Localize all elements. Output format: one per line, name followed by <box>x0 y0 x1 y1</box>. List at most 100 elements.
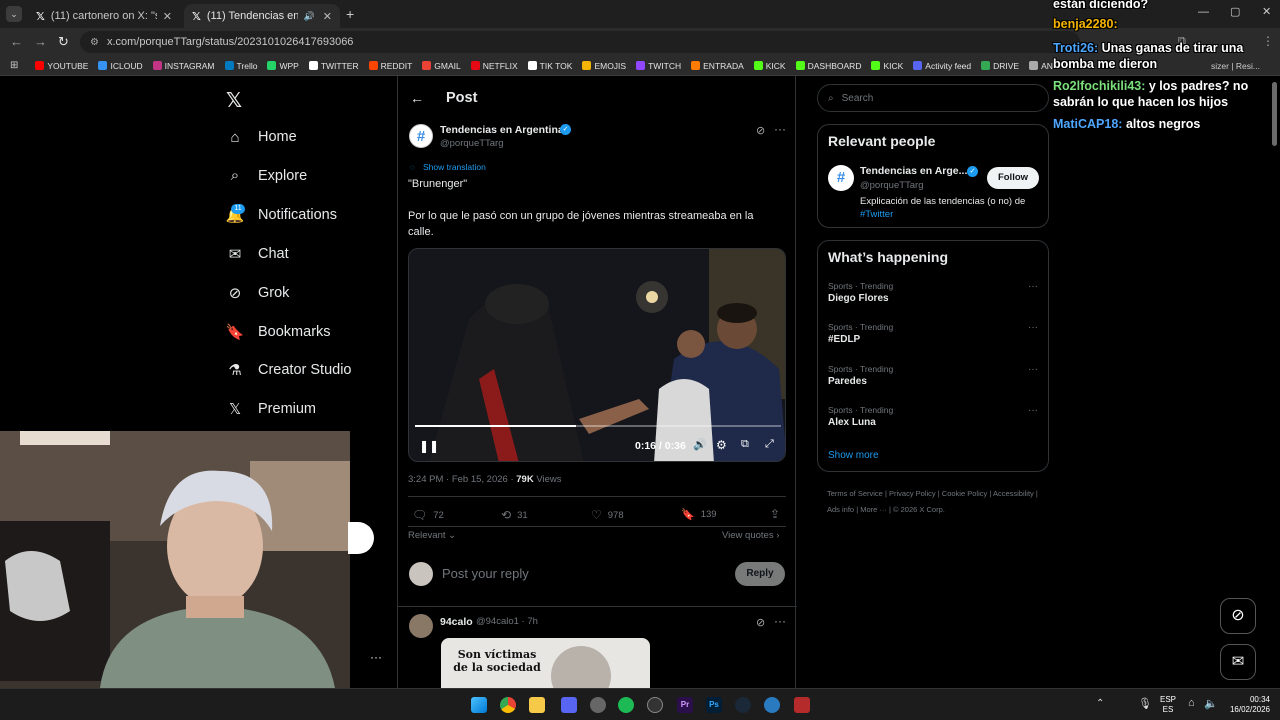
menu-icon[interactable]: ⋮ <box>1262 34 1274 48</box>
more-icon[interactable]: ··· <box>370 650 382 664</box>
trend-more-icon[interactable]: ··· <box>1028 322 1038 333</box>
avatar[interactable] <box>409 562 433 586</box>
footer-link[interactable]: Accessibility <box>993 489 1034 498</box>
mic-icon[interactable]: 🎙 <box>1138 697 1152 710</box>
bookmark-item[interactable]: ICLOUD <box>93 61 147 71</box>
clock[interactable]: 00:34 16/02/2026 <box>1226 695 1270 715</box>
close-tab-icon[interactable]: ✕ <box>323 10 332 23</box>
author-name[interactable]: Tendencias en Argentina <box>440 124 564 136</box>
trend-more-icon[interactable]: ··· <box>1028 281 1038 292</box>
reply-author-name[interactable]: 94calo <box>440 616 473 628</box>
bookmark-item[interactable]: Activity feed <box>908 61 976 71</box>
video-player[interactable]: ❚❚ 0:16 / 0:36 🔊 ⚙ ⧉ ⤢ <box>408 248 786 462</box>
author-handle[interactable]: @porqueTTarg <box>440 138 504 149</box>
reply-input[interactable]: Post your reply <box>442 566 529 581</box>
sidebar-item-premium[interactable]: 𝕏 Premium <box>226 400 316 418</box>
tab-list-button[interactable]: ⌄ <box>6 6 22 22</box>
bookmark-item[interactable]: TWITCH <box>631 61 686 71</box>
reply-action[interactable]: 🗨 72 <box>412 508 444 522</box>
spotify-icon[interactable] <box>618 697 634 713</box>
sidebar-item-bookmarks[interactable]: 🔖 Bookmarks <box>226 323 331 341</box>
trend-more-icon[interactable]: ··· <box>1028 405 1038 416</box>
new-tab-button[interactable]: + <box>346 6 354 22</box>
more-options-icon[interactable]: ··· <box>774 122 786 136</box>
obs-icon[interactable] <box>647 697 663 713</box>
browser-tab[interactable]: 𝕏 (11) cartonero on X: "se pudrió ✕ <box>28 4 180 28</box>
close-window-icon[interactable]: ✕ <box>1262 5 1271 18</box>
bookmark-item[interactable]: KICK <box>749 61 791 71</box>
apps-icon[interactable]: ⊞ <box>10 60 18 71</box>
ccleaner-icon[interactable] <box>764 697 780 713</box>
bookmark-item[interactable]: TWITTER <box>304 61 364 71</box>
bookmark-item[interactable]: EMOJIS <box>577 61 631 71</box>
footer-link[interactable]: Privacy Policy <box>889 489 936 498</box>
discord-icon[interactable] <box>561 697 577 713</box>
footer-link[interactable]: Terms of Service <box>827 489 883 498</box>
reply-media[interactable]: Son víctimas de la sociedad <box>441 638 650 688</box>
chrome-icon[interactable] <box>500 697 516 713</box>
author-avatar[interactable]: # <box>409 124 433 148</box>
volume-icon[interactable]: 🔊 <box>693 438 707 451</box>
audio-icon[interactable]: 🔊 <box>304 11 315 22</box>
windows-start-icon[interactable] <box>471 697 487 713</box>
forward-icon[interactable]: → <box>34 34 47 49</box>
steam-icon[interactable] <box>735 697 751 713</box>
page-scrollbar[interactable] <box>1272 82 1277 146</box>
view-quotes-link[interactable]: View quotes › <box>722 530 779 541</box>
premiere-icon[interactable]: Pr <box>677 697 693 713</box>
person-handle[interactable]: @porqueTTarg <box>860 180 924 191</box>
messages-float-button[interactable]: ✉ <box>1220 644 1256 680</box>
app-icon[interactable] <box>590 697 606 713</box>
pip-icon[interactable]: ⧉ <box>741 438 749 451</box>
trend-item[interactable]: Sports · Trending Alex Luna ··· <box>828 405 1038 428</box>
browser-tab-active[interactable]: 𝕏 (11) Tendencias en Argentin 🔊 ✕ <box>184 4 340 28</box>
footer-link[interactable]: © 2026 X Corp. <box>893 505 945 514</box>
bookmark-item[interactable]: YOUTUBE <box>30 61 93 71</box>
sidebar-item-chat[interactable]: ✉ Chat <box>226 245 289 263</box>
follow-button[interactable]: Follow <box>987 167 1039 189</box>
reply-author-handle[interactable]: @94calo1 · 7h <box>476 616 538 627</box>
pause-icon[interactable]: ❚❚ <box>419 439 439 453</box>
sidebar-item-grok[interactable]: ⊘ Grok <box>226 284 290 302</box>
bookmark-item[interactable]: Trello <box>220 61 263 71</box>
video-progress-track[interactable] <box>415 425 781 427</box>
footer-link[interactable]: More ··· <box>860 505 887 514</box>
person-name[interactable]: Tendencias en Arge... <box>860 165 967 177</box>
grok-icon[interactable]: ⊘ <box>756 124 765 137</box>
search-input[interactable]: ⌕ Search <box>817 84 1049 112</box>
close-tab-icon[interactable]: ✕ <box>163 10 172 23</box>
trend-item[interactable]: Sports · Trending Paredes ··· <box>828 364 1038 387</box>
grok-icon[interactable]: ⊘ <box>756 616 765 629</box>
bookmark-item[interactable]: ENTRADA <box>686 61 749 71</box>
bookmark-item[interactable]: KICK <box>866 61 908 71</box>
show-translation-link[interactable]: Show translation <box>423 162 486 172</box>
person-bio-link[interactable]: #Twitter <box>860 209 893 220</box>
tray-chevron-icon[interactable]: ⌃ <box>1096 698 1104 709</box>
fullscreen-icon[interactable]: ⤢ <box>765 438 774 451</box>
repost-action[interactable]: ⟲ 31 <box>501 508 528 522</box>
bookmark-item[interactable]: WPP <box>262 61 303 71</box>
grok-float-button[interactable]: ⊘ <box>1220 598 1256 634</box>
bookmark-item[interactable]: REDDIT <box>364 61 418 71</box>
bookmark-item[interactable]: TIK TOK <box>523 61 578 71</box>
like-action[interactable]: ♡ 978 <box>591 508 624 522</box>
url-input[interactable]: ⚙ x.com/porqueTTarg/status/2023101026417… <box>80 31 1080 53</box>
person-avatar[interactable]: # <box>828 165 854 191</box>
avatar[interactable] <box>409 614 433 638</box>
trend-more-icon[interactable]: ··· <box>1028 364 1038 375</box>
site-info-icon[interactable]: ⚙ <box>90 37 99 48</box>
back-arrow-icon[interactable]: ← <box>410 90 424 106</box>
bookmark-item[interactable]: INSTAGRAM <box>148 61 220 71</box>
trend-item[interactable]: Sports · Trending Diego Flores ··· <box>828 281 1038 304</box>
bookmark-item[interactable]: DASHBOARD <box>791 61 867 71</box>
more-options-icon[interactable]: ··· <box>774 614 786 628</box>
post-timestamp[interactable]: 3:24 PM · Feb 15, 2026 · <box>408 474 516 485</box>
bookmark-action[interactable]: 🔖 139 <box>681 508 717 521</box>
network-icon[interactable]: ⌂ <box>1188 697 1195 709</box>
show-more-link[interactable]: Show more <box>828 450 879 461</box>
footer-link[interactable]: Cookie Policy <box>942 489 987 498</box>
trend-item[interactable]: Sports · Trending #EDLP ··· <box>828 322 1038 345</box>
sidebar-item-home[interactable]: ⌂ Home <box>226 128 296 146</box>
lang-indicator[interactable]: ESP ES <box>1160 695 1176 715</box>
bookmark-item[interactable]: GMAIL <box>417 61 465 71</box>
